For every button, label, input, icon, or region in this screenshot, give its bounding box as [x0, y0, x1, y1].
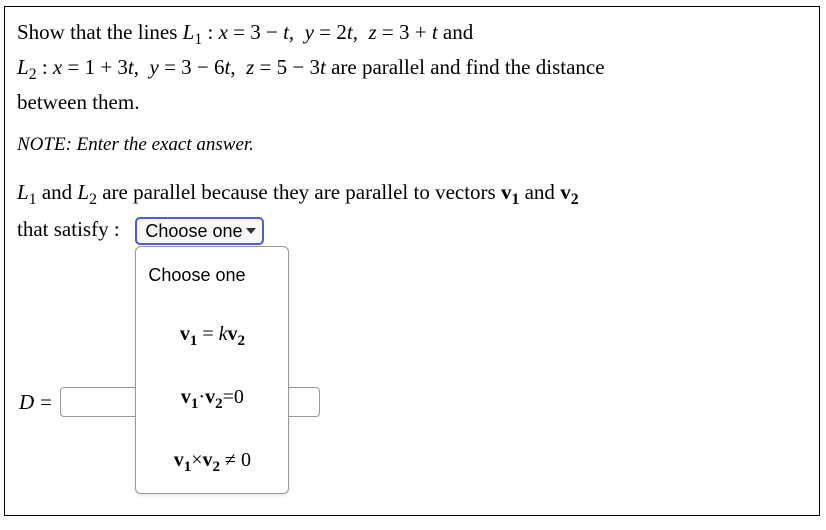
equals-sign: = — [40, 390, 52, 415]
problem-line-1: Show that the lines L1 : x = 3 − t, y = … — [17, 20, 473, 44]
problem-container: Show that the lines L1 : x = 3 − t, y = … — [4, 6, 820, 516]
dropdown-option-cross[interactable]: v1×v2 ≠ 0 — [136, 430, 288, 493]
explanation-text: L1 and L2 are parallel because they are … — [17, 176, 807, 247]
problem-line-2: L2 : x = 1 + 3t, y = 3 − 6t, z = 5 − 3t … — [17, 55, 605, 79]
note-text: NOTE: Enter the exact answer. — [17, 134, 807, 156]
dropdown-option-header[interactable]: Choose one — [136, 247, 288, 304]
problem-statement: Show that the lines L1 : x = 3 − t, y = … — [17, 17, 807, 118]
dropdown-option-dot[interactable]: v1·v2=0 — [136, 367, 288, 430]
dropdown-wrapper: Choose one Choose one v1 = kv2 v1·v2=0 v… — [135, 214, 264, 248]
d-label: D — [19, 390, 34, 415]
dropdown-selected-label: Choose one — [145, 217, 242, 246]
dropdown-option-scalar[interactable]: v1 = kv2 — [136, 304, 288, 367]
dropdown-menu: Choose one v1 = kv2 v1·v2=0 v1×v2 ≠ 0 — [135, 246, 289, 494]
problem-line-3: between them. — [17, 90, 139, 114]
explanation-line-1: L1 and L2 are parallel because they are … — [17, 180, 579, 204]
explanation-line-2: that satisfy : — [17, 217, 120, 241]
chevron-down-icon — [246, 228, 256, 234]
dropdown-select[interactable]: Choose one — [135, 217, 264, 245]
